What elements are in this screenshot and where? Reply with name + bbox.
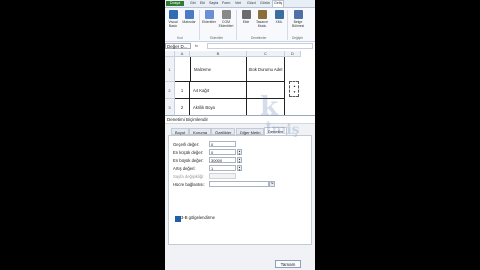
cell-c2[interactable] bbox=[247, 82, 285, 99]
com-addins-label: COM Eklentileri bbox=[218, 20, 234, 28]
insert-controls-label: Ekle bbox=[242, 20, 250, 24]
tab-view[interactable]: Görün bbox=[259, 1, 271, 6]
cell-a1[interactable] bbox=[175, 57, 190, 82]
spin-button-control[interactable]: ▲ ▼ bbox=[289, 81, 299, 97]
formula-bar[interactable] bbox=[207, 43, 313, 49]
max-value-label: En büyük değer: bbox=[173, 158, 204, 163]
dialog-tab-size[interactable]: Boyut bbox=[171, 128, 190, 135]
xml-label: XML bbox=[275, 20, 283, 24]
addins-button[interactable]: Eklentiler bbox=[201, 10, 217, 24]
increment-stepper[interactable]: ▴ ▾ bbox=[237, 165, 242, 171]
document-panel-label: Belge Bölmesi bbox=[291, 20, 305, 28]
tab-home[interactable]: Giri bbox=[189, 1, 197, 6]
page-change-input bbox=[209, 173, 236, 179]
design-mode-label: Tasarım Modu bbox=[255, 20, 269, 28]
increment-input[interactable]: 1 bbox=[209, 165, 236, 171]
dialog-tab-alt-text[interactable]: Diğer Metin bbox=[236, 128, 265, 135]
column-header-d[interactable]: D bbox=[285, 51, 301, 57]
cell-b1[interactable]: Malzeme bbox=[190, 57, 247, 82]
visual-basic-icon bbox=[168, 10, 178, 19]
tab-developer[interactable]: Geliş bbox=[272, 0, 285, 7]
min-value-stepper[interactable]: ▴ ▾ bbox=[237, 149, 242, 155]
cell-link-label: Hücre bağlantısı: bbox=[173, 182, 205, 187]
ok-button[interactable]: Tamam bbox=[275, 260, 301, 268]
addins-icon bbox=[204, 10, 214, 19]
row-header-1[interactable]: 1 bbox=[165, 57, 175, 82]
design-mode-button[interactable]: Tasarım Modu bbox=[254, 10, 270, 28]
tab-data[interactable]: Veri bbox=[234, 1, 242, 6]
collapse-dialog-icon[interactable]: ⇲ bbox=[269, 181, 275, 187]
ribbon-tabs: Dosya Giri Ekl Sayfa Form Veri Gözd Görü… bbox=[165, 0, 315, 8]
document-panel-button[interactable]: Belge Bölmesi bbox=[290, 10, 306, 28]
excel-window: Dosya Giri Ekl Sayfa Form Veri Gözd Görü… bbox=[165, 0, 315, 270]
visual-basic-button[interactable]: Visual Basic bbox=[165, 10, 181, 28]
spin-down-icon[interactable]: ▼ bbox=[292, 90, 297, 95]
material-name: Akrilik Boya bbox=[193, 105, 215, 110]
page-change-label: Sayfa değişikliği: bbox=[173, 174, 205, 179]
row-header-2[interactable]: 2 bbox=[165, 82, 175, 99]
group-separator bbox=[287, 10, 288, 40]
min-value-label: En küçük değer: bbox=[173, 150, 204, 155]
cell-link-input[interactable] bbox=[209, 181, 269, 187]
group-separator bbox=[236, 10, 237, 40]
group-label-addins: Eklentiler bbox=[210, 36, 224, 40]
group-separator bbox=[199, 10, 200, 40]
format-control-dialog: Denetimi Biçimlendir Boyut Koruma Özelli… bbox=[165, 115, 315, 270]
name-box[interactable]: Değer D... bbox=[165, 43, 191, 49]
document-panel-icon bbox=[293, 10, 303, 19]
macros-label: Makrolar bbox=[182, 20, 196, 24]
insert-controls-button[interactable]: Ekle bbox=[238, 10, 254, 24]
insert-controls-icon bbox=[241, 10, 251, 19]
tab-file[interactable]: Dosya bbox=[166, 1, 185, 6]
tab-insert[interactable]: Ekl bbox=[199, 1, 206, 6]
macros-icon bbox=[184, 10, 194, 19]
tab-review[interactable]: Gözd bbox=[246, 1, 257, 6]
xml-button[interactable]: XML bbox=[271, 10, 287, 24]
com-addins-icon bbox=[221, 10, 231, 19]
cell-a2[interactable]: 1 bbox=[175, 82, 190, 99]
current-value-input[interactable]: 0 bbox=[209, 141, 236, 147]
fx-label: fx bbox=[195, 43, 199, 48]
max-value-stepper[interactable]: ▴ ▾ bbox=[237, 157, 242, 163]
header-material: Malzeme bbox=[194, 66, 211, 72]
increment-label: Artış değeri: bbox=[173, 166, 196, 171]
group-label-modify: Değiştir bbox=[292, 36, 303, 40]
dialog-tab-protection[interactable]: Koruma bbox=[189, 128, 212, 135]
row-number: 1 bbox=[180, 87, 184, 93]
macros-button[interactable]: Makrolar bbox=[181, 10, 197, 24]
control-tab-panel: Geçerli değer: 0 En küçük değer: 0 ▴ ▾ En… bbox=[168, 135, 312, 245]
group-label-controls: Denetimler bbox=[251, 36, 267, 40]
3d-shading-label: 3-B gölgelendirme bbox=[181, 215, 215, 220]
min-value-input[interactable]: 0 bbox=[209, 149, 236, 155]
current-value-label: Geçerli değer: bbox=[173, 142, 200, 147]
row-number: 2 bbox=[180, 105, 184, 110]
design-mode-icon bbox=[257, 10, 267, 19]
header-stock: Stok Durumu Adet bbox=[248, 66, 283, 72]
tab-page-layout[interactable]: Sayfa bbox=[208, 1, 219, 6]
visual-basic-label: Visual Basic bbox=[168, 20, 178, 28]
material-name: A4 Kağıt bbox=[193, 87, 210, 93]
cell-b2[interactable]: A4 Kağıt bbox=[190, 82, 247, 99]
worksheet-grid: A B C D 1 2 3 Malzeme Stok Durumu Adet 1… bbox=[165, 51, 315, 117]
max-value-input[interactable]: 30000 bbox=[209, 157, 236, 163]
addins-label: Eklentiler bbox=[202, 20, 216, 24]
cell-c1[interactable]: Stok Durumu Adet bbox=[247, 57, 285, 82]
tab-formulas[interactable]: Form bbox=[221, 1, 231, 6]
dialog-title: Denetimi Biçimlendir bbox=[165, 116, 315, 124]
dialog-tab-control[interactable]: Denetim bbox=[264, 127, 287, 135]
spin-up-icon[interactable]: ▲ bbox=[292, 84, 297, 89]
xml-icon bbox=[274, 10, 284, 19]
dialog-tab-properties[interactable]: Özellikler bbox=[211, 128, 236, 135]
com-addins-button[interactable]: COM Eklentileri bbox=[218, 10, 234, 28]
ribbon-developer: Visual Basic Makrolar Eklentiler COM Ekl… bbox=[165, 8, 315, 42]
group-label-code: Kod bbox=[177, 36, 183, 40]
